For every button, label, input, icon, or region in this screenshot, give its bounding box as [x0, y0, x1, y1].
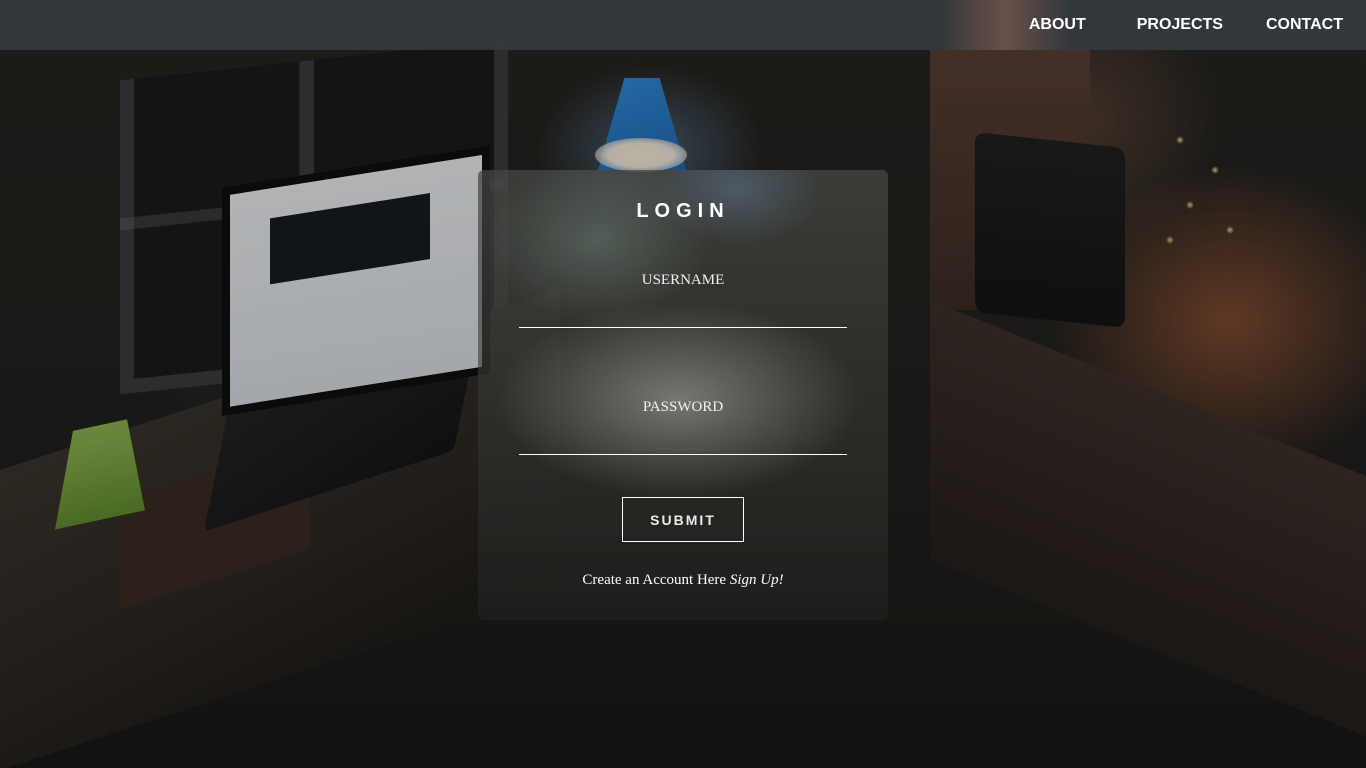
- password-input[interactable]: [519, 425, 847, 455]
- signup-prompt: Create an Account Here Sign Up!: [478, 572, 888, 589]
- password-field-group: PASSWORD: [519, 397, 847, 455]
- username-label: USERNAME: [641, 272, 725, 288]
- nav-link-about[interactable]: ABOUT: [1029, 16, 1086, 34]
- nav-links: ABOUT PROJECTS CONTACT: [1029, 0, 1366, 50]
- login-form: LOGIN USERNAME PASSWORD SUBMIT Create an…: [478, 170, 888, 620]
- login-title: LOGIN: [636, 200, 730, 222]
- login-page: ABOUT PROJECTS CONTACT LOGIN USERNAME PA…: [0, 0, 1366, 768]
- submit-button[interactable]: SUBMIT: [622, 497, 744, 542]
- signup-link[interactable]: Sign Up!: [730, 572, 784, 588]
- nav-link-contact[interactable]: CONTACT: [1266, 16, 1343, 34]
- top-navbar: ABOUT PROJECTS CONTACT: [0, 0, 1366, 50]
- nav-link-projects[interactable]: PROJECTS: [1137, 16, 1223, 34]
- password-label: PASSWORD: [642, 399, 724, 415]
- username-field-group: USERNAME: [519, 270, 847, 328]
- username-input[interactable]: [519, 298, 847, 328]
- signup-text: Create an Account Here: [582, 572, 727, 588]
